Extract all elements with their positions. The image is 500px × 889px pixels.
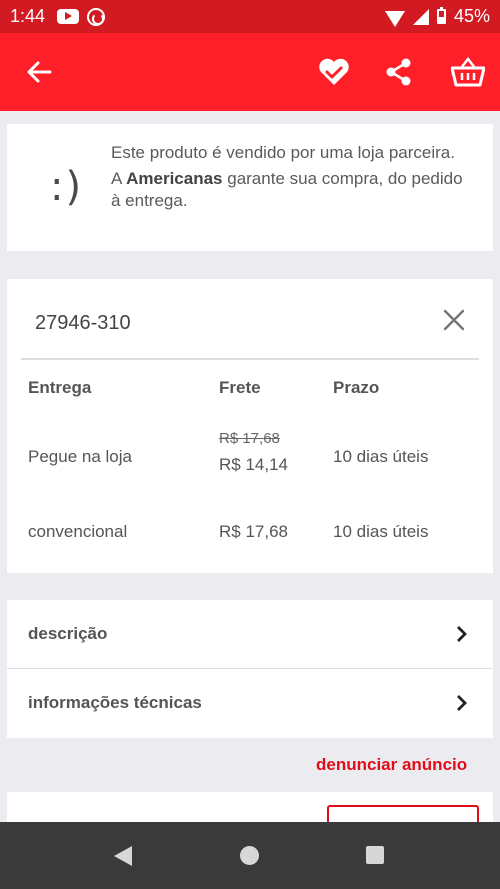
favorite-button[interactable]	[316, 33, 352, 111]
close-icon[interactable]	[441, 307, 467, 333]
technical-info-row[interactable]: informações técnicas	[7, 669, 493, 737]
battery-icon	[436, 7, 446, 24]
description-row[interactable]: descrição	[7, 600, 493, 668]
details-card: descrição informações técnicas	[7, 600, 493, 738]
cep-divider	[21, 358, 479, 360]
row2-prazo: 10 dias úteis	[333, 522, 429, 541]
row1-prazo: 10 dias úteis	[333, 447, 429, 466]
seller-line-1: Este produto é vendido por uma loja parc…	[111, 143, 455, 162]
nav-recents-icon[interactable]	[366, 846, 384, 864]
smiley-icon: :)	[50, 164, 84, 210]
status-time: 1:44	[10, 6, 46, 26]
cart-button[interactable]	[448, 33, 488, 111]
signal-icon	[412, 8, 429, 25]
technical-info-label: informações técnicas	[28, 693, 202, 712]
header-prazo: Prazo	[333, 378, 380, 397]
nav-back-icon[interactable]	[114, 846, 132, 866]
android-nav-bar	[0, 822, 500, 889]
brand-name: Americanas	[126, 169, 223, 188]
back-button[interactable]	[22, 33, 56, 111]
row1-entrega: Pegue na loja	[28, 447, 132, 466]
row2-entrega: convencional	[28, 522, 128, 541]
cep-input[interactable]: 27946-310	[35, 312, 131, 335]
app-notification-icon	[87, 7, 106, 26]
app-bar	[0, 33, 500, 111]
seller-line-2: A Americanas garante sua compra, do pedi…	[111, 169, 463, 210]
basket-icon	[451, 57, 485, 87]
report-listing-link[interactable]: denunciar anúncio	[316, 755, 467, 775]
header-frete: Frete	[219, 378, 261, 397]
back-arrow-icon	[27, 61, 52, 83]
description-label: descrição	[28, 624, 108, 643]
seller-text: Este produto é vendido por uma loja parc…	[111, 142, 471, 212]
seller-info-card: :) Este produto é vendido por uma loja p…	[7, 124, 493, 251]
youtube-icon	[57, 9, 80, 24]
wifi-icon	[384, 10, 405, 27]
status-bar: 1:44 45%	[0, 0, 500, 33]
row1-old-price: R$ 17,68	[219, 430, 280, 447]
header-entrega: Entrega	[28, 378, 92, 397]
battery-percent: 45%	[453, 6, 490, 26]
share-button[interactable]	[382, 33, 416, 111]
row2-frete: R$ 17,68	[219, 522, 288, 541]
nav-home-icon[interactable]	[240, 846, 259, 865]
row1-frete: R$ 14,14	[219, 455, 288, 474]
share-icon	[386, 58, 411, 86]
chevron-right-icon	[457, 626, 467, 642]
heart-icon	[319, 58, 349, 85]
shipping-card: 27946-310 Entrega Frete Prazo Pegue na l…	[7, 279, 493, 573]
chevron-right-icon	[457, 695, 467, 711]
